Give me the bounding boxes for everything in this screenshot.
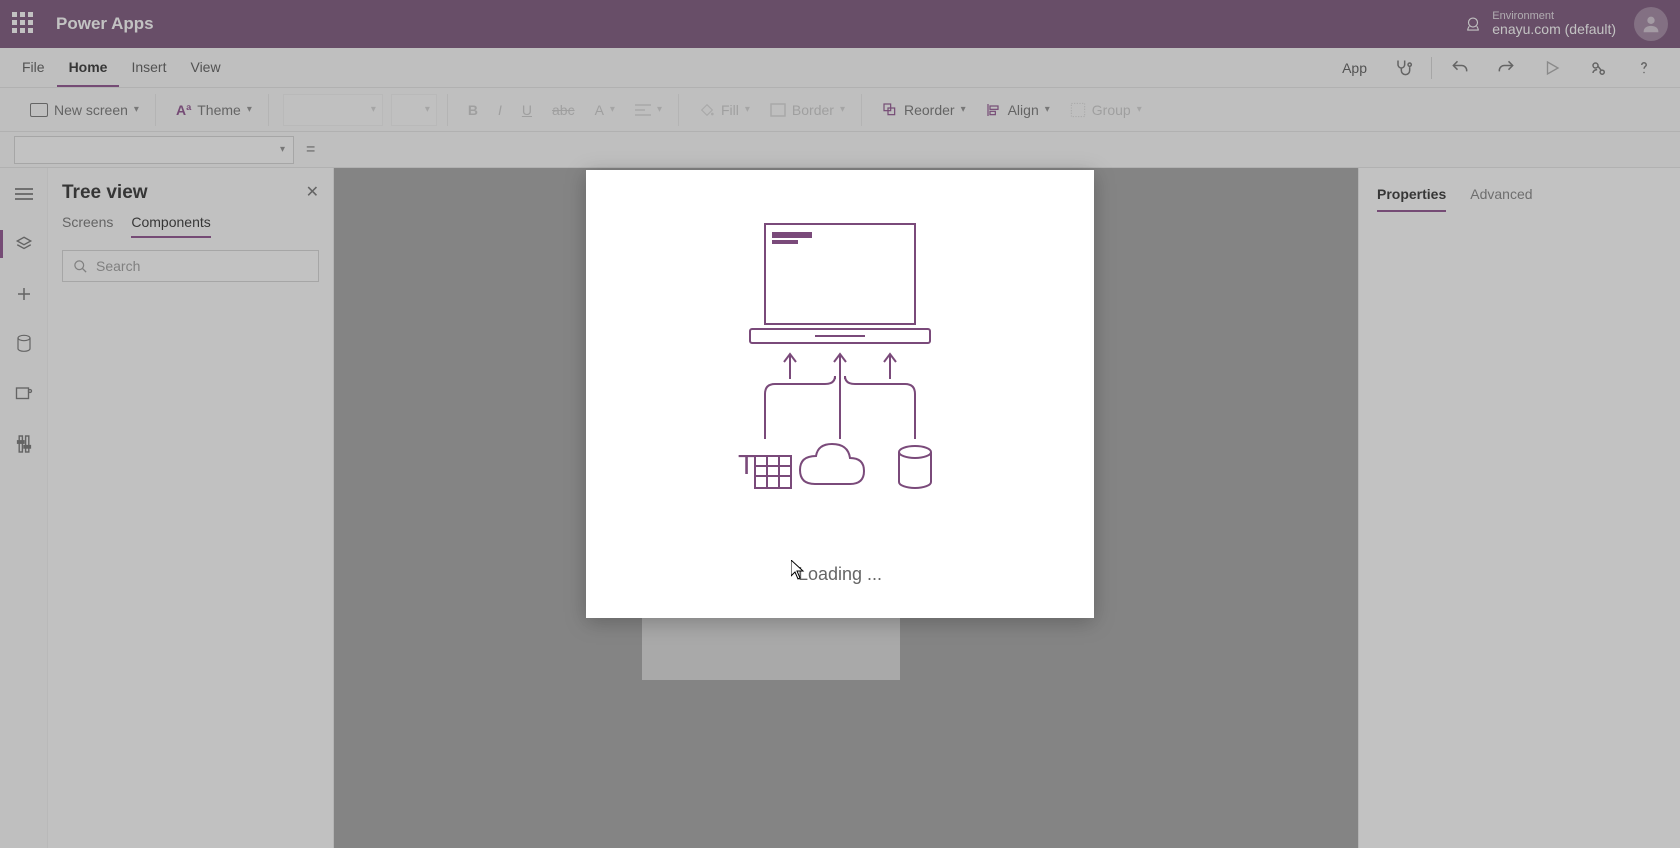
svg-text:T: T bbox=[738, 449, 755, 480]
loading-modal: T Loading ... bbox=[586, 170, 1094, 618]
loading-text: Loading ... bbox=[798, 564, 882, 585]
loading-illustration: T bbox=[710, 204, 970, 544]
modal-scrim: T Loading ... bbox=[0, 0, 1680, 848]
